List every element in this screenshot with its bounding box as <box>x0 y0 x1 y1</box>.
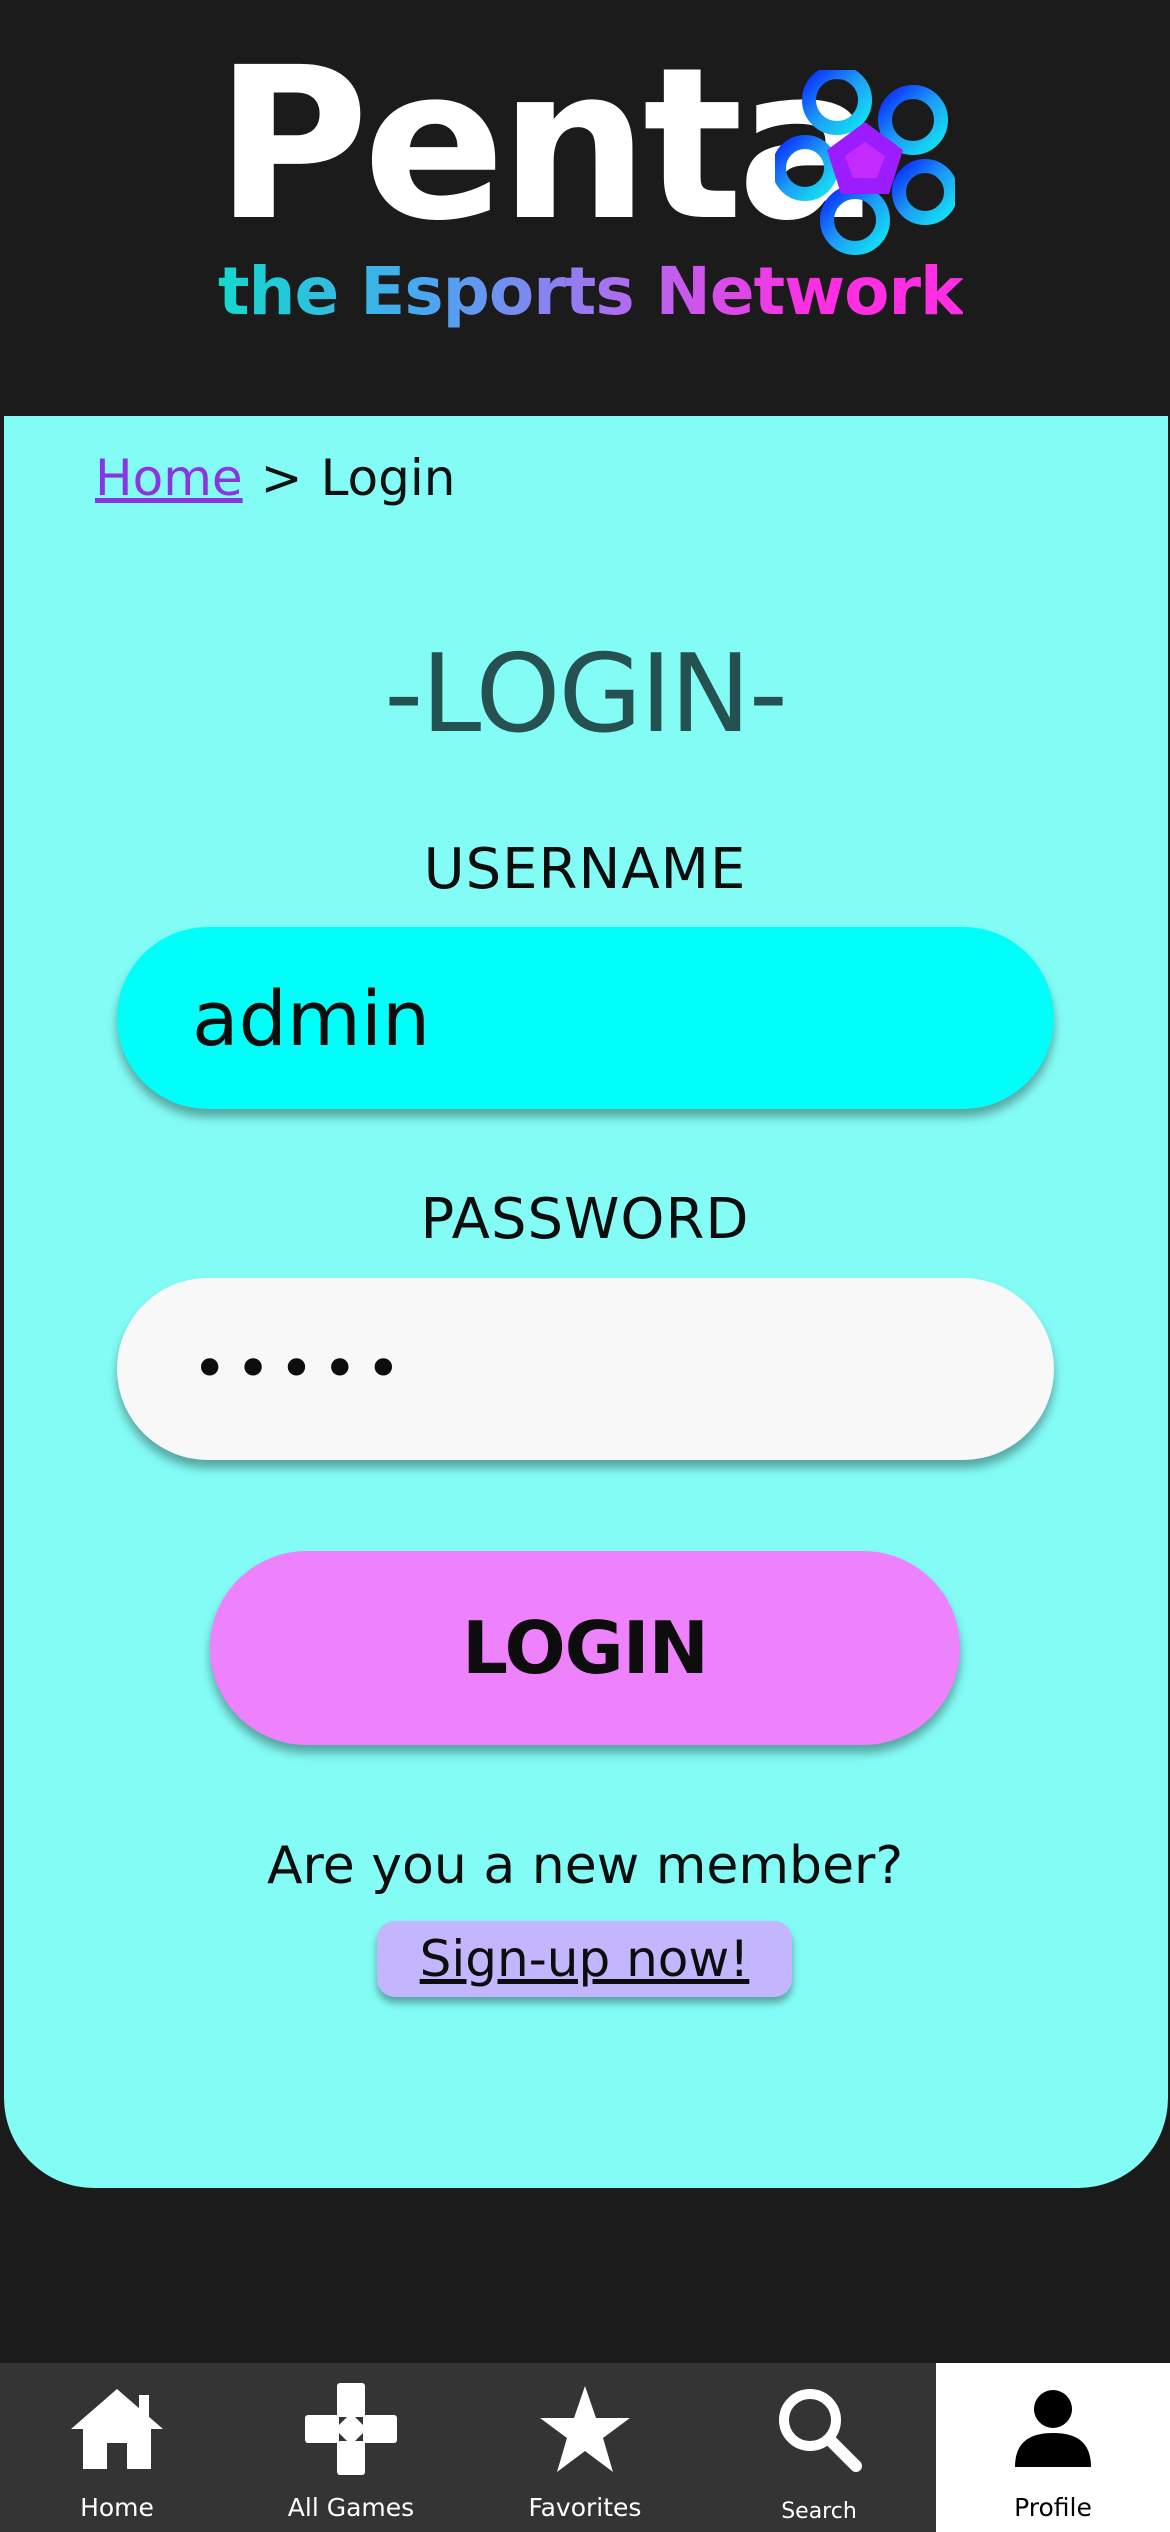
nav-label-home: Home <box>80 2493 154 2522</box>
nav-item-search[interactable]: Search <box>702 2363 936 2532</box>
nav-item-all-games[interactable]: All Games <box>234 2363 468 2532</box>
username-input[interactable]: admin <box>117 927 1054 1109</box>
nav-label-all-games: All Games <box>287 2493 415 2522</box>
breadcrumb: Home > Login <box>95 446 455 510</box>
nav-label-search: Search <box>781 2499 857 2524</box>
app-header: Penta the Esports Network <box>0 0 1170 416</box>
brand-logo-emblem-icon <box>775 70 955 255</box>
nav-label-favorites: Favorites <box>528 2493 642 2522</box>
nav-item-favorites[interactable]: Favorites <box>468 2363 702 2532</box>
nav-label-profile: Profile <box>1014 2493 1092 2522</box>
star-icon <box>537 2383 633 2475</box>
breadcrumb-separator: > <box>260 449 303 507</box>
nav-item-profile[interactable]: Profile <box>936 2363 1170 2532</box>
password-input[interactable]: ••••• <box>117 1278 1054 1460</box>
brand-tagline: the Esports Network <box>218 253 964 330</box>
password-label: PASSWORD <box>420 1187 750 1252</box>
new-member-text: Are you a new member? <box>266 1836 904 1896</box>
nav-item-home[interactable]: Home <box>0 2363 234 2532</box>
breadcrumb-home-link[interactable]: Home <box>95 449 243 507</box>
bottom-nav: Home All Games Favorites Search Profile <box>0 2363 1170 2532</box>
login-button[interactable]: LOGIN <box>210 1551 960 1745</box>
profile-icon <box>1005 2383 1101 2475</box>
username-label: USERNAME <box>423 837 747 902</box>
breadcrumb-current: Login <box>320 449 456 507</box>
home-icon <box>69 2383 165 2475</box>
search-icon <box>771 2383 867 2475</box>
gamepad-icon <box>303 2383 399 2475</box>
signup-button[interactable]: Sign-up now! <box>377 1921 792 1997</box>
page-title: -LOGIN- <box>384 632 788 757</box>
